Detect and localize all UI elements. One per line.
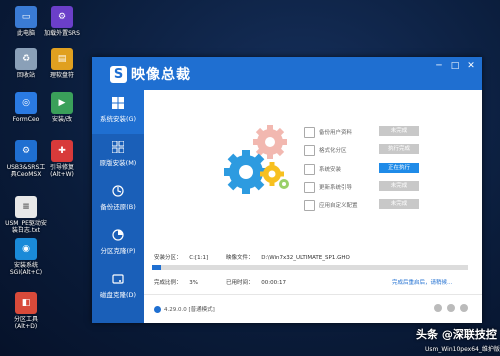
step-checkbox (304, 145, 315, 156)
windows-icon (111, 96, 125, 110)
step-checkbox (304, 164, 315, 175)
sidebar-item-original-install[interactable]: 原版安装(M) (92, 134, 144, 178)
close-icon[interactable]: ✕ (466, 61, 476, 71)
done-value: 3% (189, 280, 198, 286)
done-label: 完成比例： (154, 280, 182, 286)
sidebar-item-system-install[interactable]: 系统安装(G) (92, 90, 144, 134)
os-version-text: Usm_Win10pex64_维护版 (425, 346, 500, 353)
step-update-boot: 更新系统引导 未完成 (304, 180, 474, 193)
time-value: 00:00:17 (261, 280, 286, 286)
desktop-icon-10[interactable]: ◧ 分区工具(Alt+D) (4, 292, 48, 330)
desktop-icon-label: 理软盘符 (49, 72, 74, 79)
desktop-icon-7[interactable]: ✚ 引导修复(Alt+W) (40, 140, 84, 178)
text-file-icon: ≡ (15, 196, 37, 218)
time-label: 已用时间： (226, 280, 254, 286)
desktop-icon-3[interactable]: ▤ 理软盘符 (40, 48, 84, 79)
sidebar-item-partition-clone[interactable]: 分区克隆(P) (92, 222, 144, 266)
step-label: 格式化分区 (319, 148, 347, 154)
sidebar-item-label: 分区克隆(P) (100, 247, 136, 255)
desktop-icon-label: 引导修复(Alt+W) (49, 164, 74, 178)
window-controls: ─ □ ✕ (434, 61, 476, 71)
partition-row: 安装分区： C:[1:1] (154, 253, 208, 261)
sidebar-item-label: 磁盘克隆(D) (99, 291, 137, 299)
partition-tool-icon: ◧ (15, 292, 37, 314)
main-window: S 映像总裁 ─ □ ✕ 系统安装(G) 原版安装(M) 备份还原(B) 分区克… (92, 57, 482, 323)
pie-icon (111, 228, 125, 242)
image-label: 映像文件： (226, 255, 254, 261)
info-icon[interactable] (460, 304, 468, 312)
step-status: 未完成 (379, 199, 419, 209)
desktop-icon-label: 安装系统SGI(Alt+C) (9, 262, 43, 276)
sidebar-item-label: 原版安装(M) (99, 159, 137, 167)
desktop-icon-5[interactable]: ▶ 安装/改 (40, 92, 84, 123)
version-text: 4.29.0.0 [普通模式] (164, 307, 215, 313)
step-checkbox (304, 182, 315, 193)
help-icon[interactable] (447, 304, 455, 312)
after-action-link[interactable]: 完成后重启后，请稍候… (392, 278, 453, 286)
version-dot-icon (154, 305, 161, 313)
step-status: 未完成 (379, 126, 419, 136)
step-label: 备份用户资料 (319, 130, 353, 136)
sidebar-item-disk-clone[interactable]: 磁盘克隆(D) (92, 266, 144, 310)
progress-bar (152, 265, 468, 270)
installer-icon: ▶ (51, 92, 73, 114)
desktop-icon-8[interactable]: ≡ USM_PE驱动安装日志.txt (4, 196, 48, 234)
sidebar: 系统安装(G) 原版安装(M) 备份还原(B) 分区克隆(P) 磁盘克隆(D) (92, 90, 144, 323)
settings-icon[interactable] (434, 304, 442, 312)
step-status: 执行完成 (379, 144, 419, 154)
gear-icon: ⚙ (51, 6, 73, 28)
sidebar-item-label: 系统安装(G) (99, 115, 137, 123)
usb-gear-icon: ⚙ (15, 140, 37, 162)
step-label: 更新系统引导 (319, 185, 353, 191)
progress-fill (152, 265, 162, 270)
step-apply-custom-config: 应用自定义配置 未完成 (304, 198, 474, 211)
step-format-partition: 格式化分区 执行完成 (304, 143, 474, 156)
disk-icon: ▤ (51, 48, 73, 70)
disk-clone-icon (111, 272, 125, 286)
grid-icon (111, 140, 125, 154)
sidebar-item-label: 备份还原(B) (100, 203, 136, 211)
desktop-icon-9[interactable]: ◉ 安装系统SGI(Alt+C) (4, 238, 48, 276)
computer-icon: ▭ (15, 6, 37, 28)
footer-icons (434, 304, 468, 312)
sidebar-item-backup-restore[interactable]: 备份还原(B) (92, 178, 144, 222)
version-info: 4.29.0.0 [普通模式] (154, 305, 215, 313)
step-checkbox (304, 127, 315, 138)
step-system-install: 系统安装 正在执行 (304, 162, 474, 175)
logo-icon: S (110, 65, 127, 83)
app-logo: S 映像总裁 (110, 64, 191, 84)
desktop-icon-1[interactable]: ⚙ 加载外置SRS (40, 6, 84, 37)
step-label: 系统安装 (319, 167, 342, 173)
partition-label: 安装分区： (154, 255, 182, 261)
partition-value: C:[1:1] (189, 255, 209, 261)
repair-icon: ✚ (51, 140, 73, 162)
content-panel: 备份用户资料 未完成 格式化分区 执行完成 系统安装 正在执行 更新系统引导 未… (144, 90, 482, 323)
watermark: 头条 @深联技控 (416, 328, 497, 341)
recycle-bin-icon: ♻ (15, 48, 37, 70)
step-label: 应用自定义配置 (319, 203, 358, 209)
app-title: 映像总裁 (131, 67, 191, 83)
step-status: 未完成 (379, 181, 419, 191)
image-row: 映像文件： D:\Win7x32_ULTIMATE_SP1.GHO (226, 253, 350, 261)
image-value: D:\Win7x32_ULTIMATE_SP1.GHO (261, 255, 350, 261)
step-status: 正在执行 (379, 163, 419, 173)
desktop-icon-label: 分区工具(Alt+D) (13, 316, 38, 330)
minimize-icon[interactable]: ─ (434, 61, 444, 71)
backup-icon (111, 184, 125, 198)
window-header: S 映像总裁 ─ □ ✕ (92, 57, 482, 90)
desktop-icon-label: 安装/改 (51, 116, 73, 123)
footer-divider (144, 294, 482, 295)
maximize-icon[interactable]: □ (450, 61, 460, 71)
desktop-icon-label: USM_PE驱动安装日志.txt (5, 220, 47, 234)
desktop-icon-label: 加载外置SRS (44, 30, 80, 37)
time-row: 已用时间： 00:00:17 (226, 278, 286, 286)
step-checkbox (304, 200, 315, 211)
done-row: 完成比例： 3% (154, 278, 198, 286)
step-backup-user-data: 备份用户资料 未完成 (304, 125, 474, 138)
install-system-icon: ◉ (15, 238, 37, 260)
gears-illustration (224, 125, 289, 194)
formceo-icon: ◎ (15, 92, 37, 114)
